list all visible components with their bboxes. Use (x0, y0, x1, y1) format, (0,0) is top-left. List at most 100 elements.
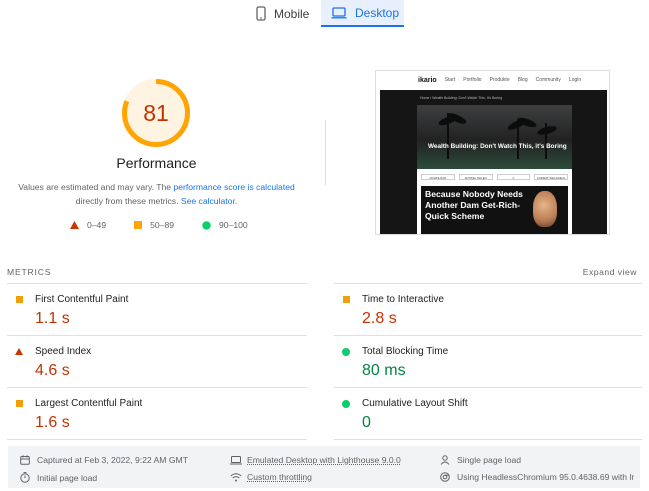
wifi-icon (230, 472, 242, 482)
metric-first-contentful-paint: First Contentful Paint 1.1 s (15, 294, 315, 328)
square-icon (134, 221, 143, 229)
metric-label: Time to Interactive (362, 294, 444, 305)
legend-fail-range: 0–49 (87, 220, 107, 230)
triangle-icon (70, 221, 79, 229)
phone-icon (256, 6, 266, 21)
square-icon (15, 296, 23, 304)
circle-icon (342, 347, 350, 356)
captured-text: Captured at Feb 3, 2022, 9:22 AM GMT (37, 455, 188, 465)
metric-value: 2.8 s (362, 310, 397, 327)
thumb-content-card: DOWNLOAD ARTIKEL TEILEN ⏱ FORMAT WECHSEL… (417, 169, 572, 234)
thumb-breadcrumb: Home / Wealth Building: Don't Watch This… (420, 96, 503, 100)
metric-time-to-interactive: Time to Interactive 2.8 s (342, 294, 642, 328)
emulated-desktop[interactable]: Emulated Desktop with Lighthouse 9.0.0 (230, 455, 401, 465)
divider (334, 283, 642, 284)
divider (334, 387, 642, 388)
performance-score-link[interactable]: performance score is calculated (173, 182, 294, 192)
thumb-share-button: ARTIKEL TEILEN (458, 174, 493, 180)
runtime-settings: Captured at Feb 3, 2022, 9:22 AM GMT Ini… (8, 446, 640, 488)
thumb-portrait (533, 191, 557, 227)
metrics-header: METRICS (7, 267, 52, 277)
metric-label: Largest Contentful Paint (35, 398, 143, 409)
metric-value: 1.1 s (35, 310, 70, 327)
divider (334, 335, 642, 336)
thumb-nav-item: Login (568, 77, 582, 83)
metric-label: Cumulative Layout Shift (362, 398, 468, 409)
triangle-icon (15, 348, 23, 356)
captured-at: Captured at Feb 3, 2022, 9:22 AM GMT (20, 455, 188, 465)
palm-leaf (516, 115, 538, 130)
performance-description: Values are estimated and may vary. The p… (10, 180, 303, 208)
thumb-nav-item: Portfolio (463, 77, 482, 83)
page-screenshot-thumbnail[interactable]: ikario Start Portfolio Produkte Blog Com… (375, 70, 610, 235)
initial-page-load: Initial page load (20, 472, 97, 483)
thumb-logo: ikario (418, 76, 437, 84)
tab-mobile[interactable]: Mobile (246, 0, 321, 27)
legend-pass-range: 90–100 (219, 220, 248, 230)
divider (7, 335, 307, 336)
chrome-icon (440, 472, 452, 482)
thumb-hero-image: Wealth Building: Don't Watch This, it's … (417, 105, 572, 169)
thumb-hero-title: Wealth Building: Don't Watch This, it's … (428, 143, 567, 150)
thumb-format-button: FORMAT WECHSELN (534, 174, 568, 180)
thumb-action-buttons: DOWNLOAD ARTIKEL TEILEN ⏱ FORMAT WECHSEL… (417, 169, 572, 185)
tab-mobile-label: Mobile (274, 6, 310, 21)
tab-desktop[interactable]: Desktop (321, 0, 404, 27)
legend-pass: 90–100 (202, 220, 248, 230)
laptop-icon (230, 455, 242, 465)
timer-icon (20, 472, 32, 483)
circle-icon (202, 220, 211, 230)
expand-view-toggle[interactable]: Expand view (583, 267, 637, 277)
thumb-nav-item: Community (535, 77, 561, 83)
metric-label: First Contentful Paint (35, 294, 129, 305)
metric-value: 0 (362, 414, 371, 431)
palm-leaf (536, 124, 558, 137)
circle-icon (342, 399, 350, 408)
score-legend: 0–49 50–89 90–100 (70, 220, 276, 230)
metric-value: 4.6 s (35, 362, 70, 379)
thumb-nav-item: Blog (517, 77, 528, 83)
divider (7, 439, 307, 440)
thumb-feature-panel: Because Nobody Needs Another Dam Get-Ric… (421, 186, 568, 234)
palm-leaf (446, 111, 468, 126)
device-tabs: Mobile Desktop (246, 0, 404, 27)
thumb-dark-section: Home / Wealth Building: Don't Watch This… (380, 90, 607, 234)
thumb-download-button: DOWNLOAD (421, 174, 455, 180)
legend-average-range: 50–89 (150, 220, 175, 230)
description-text: Values are estimated and may vary. The (18, 182, 172, 192)
metric-largest-contentful-paint: Largest Contentful Paint 1.6 s (15, 398, 315, 432)
custom-throttling[interactable]: Custom throttling (230, 472, 312, 482)
single-text: Single page load (457, 455, 522, 465)
thumb-nav-item: Start (444, 77, 456, 83)
laptop-icon (331, 6, 347, 19)
see-calculator-link[interactable]: See calculator. (181, 196, 237, 206)
thumb-header: ikario Start Portfolio Produkte Blog Com… (376, 71, 609, 89)
thumb-panel-text: Because Nobody Needs Another Dam Get-Ric… (425, 189, 523, 221)
metric-speed-index: Speed Index 4.6 s (15, 346, 315, 380)
metric-value: 80 ms (362, 362, 406, 379)
initial-text: Initial page load (37, 472, 98, 483)
thumb-clock-button: ⏱ (496, 174, 531, 180)
vertical-divider (325, 120, 326, 185)
performance-score: 81 (143, 100, 169, 126)
legend-average: 50–89 (134, 220, 174, 230)
browser-text: Using HeadlessChromium 95.0.4638.69 with… (457, 472, 635, 482)
thumb-nav-item: Produkte (489, 77, 510, 83)
legend-fail: 0–49 (70, 220, 106, 230)
square-icon (342, 296, 350, 304)
metric-total-blocking-time: Total Blocking Time 80 ms (342, 346, 642, 380)
performance-title: Performance (116, 155, 197, 171)
single-page-load: Single page load (440, 455, 521, 465)
divider (334, 439, 642, 440)
metric-value: 1.6 s (35, 414, 70, 431)
square-icon (15, 400, 23, 408)
metric-label: Speed Index (35, 346, 92, 357)
user-icon (440, 455, 452, 465)
emulated-text: Emulated Desktop with Lighthouse 9.0.0 (247, 455, 401, 465)
browser-version: Using HeadlessChromium 95.0.4638.69 with… (440, 472, 634, 482)
divider (7, 283, 307, 284)
metric-cumulative-layout-shift: Cumulative Layout Shift 0 (342, 398, 642, 432)
tab-desktop-label: Desktop (355, 5, 400, 20)
calendar-icon (20, 455, 32, 465)
throttling-text: Custom throttling (247, 472, 312, 482)
